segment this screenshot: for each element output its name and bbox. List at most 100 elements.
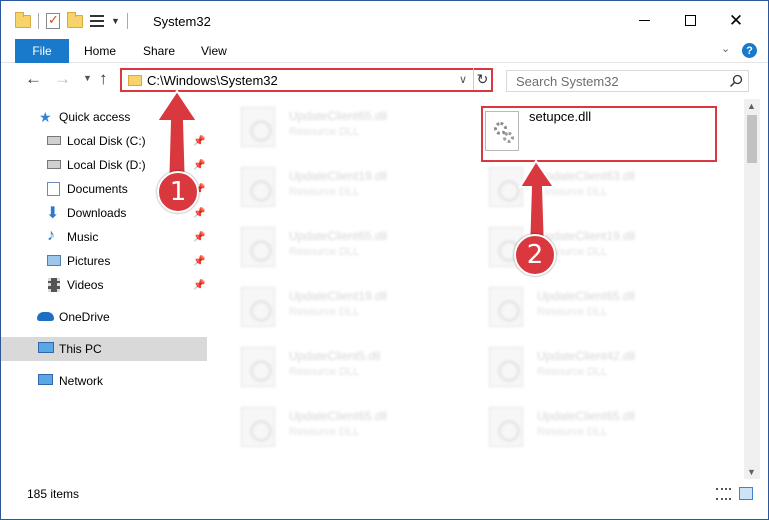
pin-icon[interactable]: 📌 [193, 256, 205, 267]
new-folder-icon[interactable] [67, 11, 83, 28]
file-item[interactable]: UpdateClient19.dll Resource DLL [231, 161, 461, 217]
file-name: UpdateClient65.dll [537, 289, 636, 303]
drive-icon [47, 160, 61, 169]
tab-share[interactable]: Share [143, 44, 175, 58]
minimize-icon [638, 19, 650, 21]
file-list: UpdateClient65.dll Resource DLL UpdateCl… [211, 99, 744, 477]
back-arrow-icon[interactable]: ← [25, 69, 42, 89]
file-type: Resource DLL [537, 366, 608, 378]
recent-locations-chevron-icon[interactable]: ▼ [83, 73, 92, 83]
dll-file-icon [489, 407, 523, 447]
explorer-window: ▼ System32 ✕ File Home Share View ⌄ ? ← … [0, 0, 769, 520]
search-icon[interactable] [729, 74, 743, 88]
file-name: UpdateClient19.dll [289, 169, 388, 183]
tab-file[interactable]: File [15, 39, 69, 63]
scroll-down-arrow-icon[interactable]: ▼ [747, 467, 756, 477]
computer-icon [38, 342, 54, 353]
music-icon: ♪ [47, 227, 55, 244]
pin-icon[interactable]: 📌 [193, 280, 205, 291]
download-icon: ⬇ [46, 205, 60, 222]
file-name: UpdateClient19.dll [289, 289, 388, 303]
dll-file-icon [485, 111, 519, 151]
help-icon[interactable]: ? [742, 43, 757, 58]
pictures-icon [47, 255, 61, 266]
maximize-button[interactable] [667, 1, 713, 39]
maximize-icon [684, 14, 696, 26]
dll-file-icon [241, 167, 275, 207]
minimize-button[interactable] [621, 1, 667, 39]
sidebar-item-videos[interactable]: Videos 📌 [1, 273, 207, 297]
sidebar-item-label: Pictures [67, 254, 111, 268]
sidebar-item-label: Downloads [67, 206, 127, 220]
view-options-icon[interactable] [90, 15, 104, 27]
file-name: UpdateClient65.dll [537, 409, 636, 423]
file-name: UpdateClient65.dll [289, 409, 388, 423]
file-type: Resource DLL [537, 426, 608, 438]
dll-file-icon [241, 227, 275, 267]
tab-view[interactable]: View [201, 44, 227, 58]
annotation-badge-1: 1 [157, 171, 199, 213]
sidebar-item-label: Documents [67, 182, 128, 196]
sidebar-item-label: OneDrive [59, 310, 110, 324]
search-box[interactable]: Search System32 [506, 70, 749, 92]
file-type: Resource DLL [289, 126, 360, 138]
file-item[interactable]: UpdateClient65.dll Resource DLL [479, 401, 709, 457]
forward-arrow-icon[interactable]: → [54, 69, 71, 89]
dll-file-icon [489, 287, 523, 327]
details-view-icon[interactable] [716, 488, 731, 500]
star-icon: ★ [39, 109, 52, 125]
file-type: Resource DLL [289, 246, 360, 258]
sidebar-item-label: Network [59, 374, 104, 388]
sidebar-item-label: This PC [59, 342, 102, 356]
customize-toolbar-caret-icon[interactable]: ▼ [111, 16, 120, 26]
documents-icon [47, 182, 60, 196]
refresh-icon[interactable]: ↻ [473, 68, 491, 90]
toolbar-divider [38, 13, 39, 29]
highlighted-file-name[interactable]: setupce.dll [529, 109, 591, 124]
item-count: 185 items [27, 487, 80, 501]
sidebar-item-label: Music [67, 230, 99, 244]
file-item[interactable]: UpdateClient65.dll Resource DLL [231, 401, 461, 457]
file-type: Resource DLL [537, 306, 608, 318]
videos-icon [48, 278, 60, 292]
large-icons-view-icon[interactable] [739, 487, 753, 500]
tab-home[interactable]: Home [84, 44, 116, 58]
properties-icon[interactable] [46, 12, 60, 29]
toolbar-divider [126, 13, 128, 29]
file-name: UpdateClient42.dll [537, 349, 636, 363]
sidebar-item-music[interactable]: ♪ Music 📌 [1, 225, 207, 249]
sidebar-item-label: Local Disk (C:) [67, 134, 146, 148]
file-item[interactable]: UpdateClient42.dll Resource DLL [479, 341, 709, 397]
dll-file-icon [241, 347, 275, 387]
sidebar-item-label: Local Disk (D:) [67, 158, 146, 172]
sidebar-item-pictures[interactable]: Pictures 📌 [1, 249, 207, 273]
close-button[interactable]: ✕ [713, 1, 759, 39]
pin-icon[interactable]: 📌 [193, 232, 205, 243]
folder-icon [128, 75, 142, 86]
dll-file-icon [489, 347, 523, 387]
search-input[interactable]: Search System32 [516, 74, 619, 89]
vertical-scrollbar[interactable]: ▲ ▼ [744, 99, 760, 479]
status-bar: 185 items [1, 481, 768, 505]
folder-icon[interactable] [15, 11, 31, 28]
expand-ribbon-chevron-icon[interactable]: ⌄ [721, 42, 730, 55]
cloud-icon [37, 312, 54, 321]
sidebar-item-onedrive[interactable]: OneDrive [1, 305, 207, 329]
scroll-up-arrow-icon[interactable]: ▲ [747, 101, 756, 111]
file-item[interactable]: UpdateClient5.dll Resource DLL [231, 341, 461, 397]
dll-file-icon [241, 407, 275, 447]
drive-icon [47, 136, 61, 145]
dll-file-icon [241, 287, 275, 327]
file-item[interactable]: UpdateClient19.dll Resource DLL [231, 281, 461, 337]
annotation-badge-2: 2 [514, 234, 556, 276]
file-item[interactable]: UpdateClient65.dll Resource DLL [231, 101, 461, 157]
sidebar-item-label: Quick access [59, 110, 131, 124]
address-dropdown-chevron-icon[interactable]: ∨ [459, 73, 467, 86]
file-type: Resource DLL [289, 306, 360, 318]
sidebar-item-network[interactable]: Network [1, 369, 207, 393]
file-item[interactable]: UpdateClient65.dll Resource DLL [231, 221, 461, 277]
up-arrow-icon[interactable]: ↑ [99, 69, 108, 89]
scrollbar-thumb[interactable] [747, 115, 757, 163]
sidebar-item-this-pc[interactable]: This PC [1, 337, 207, 361]
file-item[interactable]: UpdateClient65.dll Resource DLL [479, 281, 709, 337]
